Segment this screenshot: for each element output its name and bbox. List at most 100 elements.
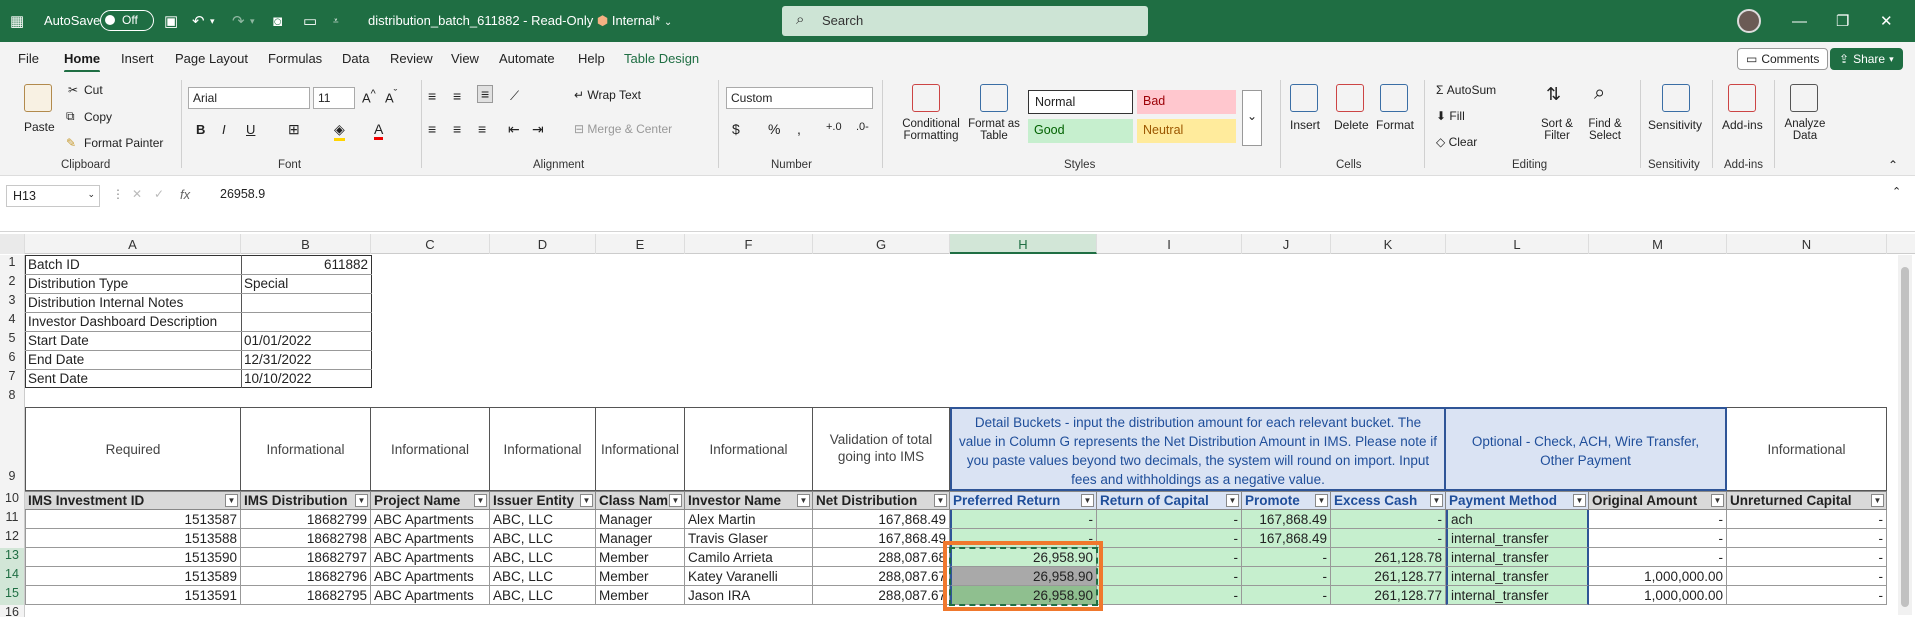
header-promote[interactable]: Promote ▼ [1242, 491, 1331, 510]
style-good[interactable]: Good [1028, 119, 1133, 143]
header-net-distribution[interactable]: Net Distribution ▼ [813, 491, 950, 510]
document-title[interactable]: distribution_batch_611882 - Read-Only ⬢ … [368, 13, 672, 29]
cell-project-name[interactable]: ABC Apartments [371, 548, 490, 567]
column-header-b[interactable]: B [241, 234, 371, 254]
cell-ims-distribution[interactable]: 18682795 [241, 586, 371, 605]
column-header-c[interactable]: C [371, 234, 490, 254]
header-excess-cash[interactable]: Excess Cash ▼ [1331, 491, 1446, 510]
filter-dropdown-icon[interactable]: ▼ [474, 494, 487, 507]
cell-original-amount[interactable]: - [1589, 548, 1727, 567]
cell-ims-investment-id[interactable]: 1513587 [25, 510, 241, 529]
row-header[interactable]: 5 [0, 331, 25, 350]
bold-icon[interactable]: B [196, 122, 205, 137]
tab-help[interactable]: Help [578, 51, 605, 66]
cell-original-amount[interactable]: 1,000,000.00 [1589, 586, 1727, 605]
sort-filter-icon[interactable]: ⇅ [1546, 84, 1561, 105]
cell-issuer-entity[interactable]: ABC, LLC [490, 529, 596, 548]
filter-dropdown-icon[interactable]: ▼ [225, 494, 238, 507]
cell-class-name[interactable]: Member [596, 548, 685, 567]
font-size-dropdown[interactable]: 11 [313, 87, 355, 109]
filter-dropdown-icon[interactable]: ▼ [1430, 494, 1443, 507]
column-header-i[interactable]: I [1097, 234, 1242, 254]
header-return-of-capital[interactable]: Return of Capital ▼ [1097, 491, 1242, 510]
row-header[interactable]: 6 [0, 350, 25, 369]
name-box[interactable]: H13 ⌄ [6, 185, 100, 207]
format-painter-button[interactable]: Format Painter [84, 136, 163, 150]
row9-info-d[interactable]: Informational [490, 407, 596, 491]
cell-ims-investment-id[interactable]: 1513591 [25, 586, 241, 605]
row-header[interactable]: 12 [0, 529, 25, 548]
conditional-formatting-button[interactable]: Conditional Formatting [894, 118, 968, 142]
paste-button[interactable]: Paste [24, 120, 55, 134]
column-header-m[interactable]: M [1589, 234, 1727, 254]
row-header[interactable]: 3 [0, 293, 25, 312]
filter-dropdown-icon[interactable]: ▼ [1226, 494, 1239, 507]
sensitivity-button[interactable]: Sensitivity [1648, 118, 1702, 132]
filter-dropdown-icon[interactable]: ▼ [669, 494, 682, 507]
row9-required[interactable]: Required [25, 407, 241, 491]
align-left-icon[interactable]: ≡ [428, 121, 436, 137]
meta-value[interactable]: 01/01/2022 [241, 332, 371, 349]
row9-detail-buckets[interactable]: Detail Buckets - input the distribution … [950, 407, 1446, 491]
cell-return-of-capital[interactable]: - [1097, 586, 1242, 605]
cell-ims-distribution[interactable]: 18682798 [241, 529, 371, 548]
cell-ims-distribution[interactable]: 18682799 [241, 510, 371, 529]
tab-formulas[interactable]: Formulas [268, 51, 322, 66]
cell-payment-method[interactable]: internal_transfer [1446, 567, 1589, 586]
align-top-icon[interactable]: ≡ [428, 88, 436, 104]
cell-excess-cash[interactable]: 261,128.78 [1331, 548, 1446, 567]
cell-class-name[interactable]: Member [596, 586, 685, 605]
cell-issuer-entity[interactable]: ABC, LLC [490, 567, 596, 586]
format-table-icon[interactable] [980, 84, 1008, 112]
cell-original-amount[interactable]: - [1589, 529, 1727, 548]
cell-promote[interactable]: 167,868.49 [1242, 510, 1331, 529]
decrease-decimal-icon[interactable]: .0- [856, 121, 869, 133]
insert-cells-icon[interactable] [1290, 84, 1318, 112]
meta-label[interactable]: End Date [25, 351, 241, 368]
column-header-e[interactable]: E [596, 234, 685, 254]
filter-dropdown-icon[interactable]: ▼ [1871, 494, 1884, 507]
header-preferred-return[interactable]: Preferred Return ▼ [950, 491, 1097, 510]
comma-icon[interactable]: , [797, 121, 801, 137]
cell-return-of-capital[interactable]: - [1097, 510, 1242, 529]
cell-excess-cash[interactable]: - [1331, 529, 1446, 548]
cell-net-distribution[interactable]: 288,087.67 [813, 586, 950, 605]
filter-dropdown-icon[interactable]: ▼ [580, 494, 593, 507]
cell-original-amount[interactable]: - [1589, 510, 1727, 529]
column-header-h[interactable]: H [950, 234, 1097, 254]
cell-ims-investment-id[interactable]: 1513589 [25, 567, 241, 586]
column-header-k[interactable]: K [1331, 234, 1446, 254]
style-bad[interactable]: Bad [1137, 90, 1236, 114]
column-header-n[interactable]: N [1727, 234, 1887, 254]
cell-return-of-capital[interactable]: - [1097, 548, 1242, 567]
minimize-icon[interactable]: — [1792, 11, 1807, 31]
cell-net-distribution[interactable]: 167,868.49 [813, 529, 950, 548]
filter-dropdown-icon[interactable]: ▼ [1711, 494, 1724, 507]
cell-class-name[interactable]: Member [596, 567, 685, 586]
currency-icon[interactable]: $ [732, 121, 740, 137]
analyze-data-icon[interactable] [1790, 84, 1818, 112]
cell-preferred-return[interactable]: - [950, 510, 1097, 529]
cell-investor-name[interactable]: Alex Martin [685, 510, 813, 529]
cell-ims-investment-id[interactable]: 1513588 [25, 529, 241, 548]
row-header[interactable]: 7 [0, 369, 25, 388]
header-original-amount[interactable]: Original Amount ▼ [1589, 491, 1727, 510]
cell-return-of-capital[interactable]: - [1097, 567, 1242, 586]
add-ins-icon[interactable] [1728, 84, 1756, 112]
fill-color-icon[interactable]: ◈ [334, 121, 345, 141]
tab-automate[interactable]: Automate [499, 51, 555, 66]
row-header[interactable]: 9 [0, 407, 25, 491]
row-header[interactable]: 11 [0, 510, 25, 529]
cell-unreturned-capital[interactable]: - [1727, 567, 1887, 586]
cell-net-distribution[interactable]: 288,087.67 [813, 567, 950, 586]
cell-return-of-capital[interactable]: - [1097, 529, 1242, 548]
meta-label[interactable]: Distribution Internal Notes [25, 294, 241, 311]
row-header[interactable]: 15 [0, 586, 25, 605]
tab-insert[interactable]: Insert [121, 51, 154, 66]
cell-project-name[interactable]: ABC Apartments [371, 529, 490, 548]
format-button[interactable]: Format [1376, 118, 1414, 132]
row-header[interactable]: 16 [0, 605, 25, 619]
autosave-toggle[interactable]: Off [100, 10, 154, 31]
tab-home[interactable]: Home [64, 51, 101, 73]
add-ins-button[interactable]: Add-ins [1722, 118, 1763, 132]
